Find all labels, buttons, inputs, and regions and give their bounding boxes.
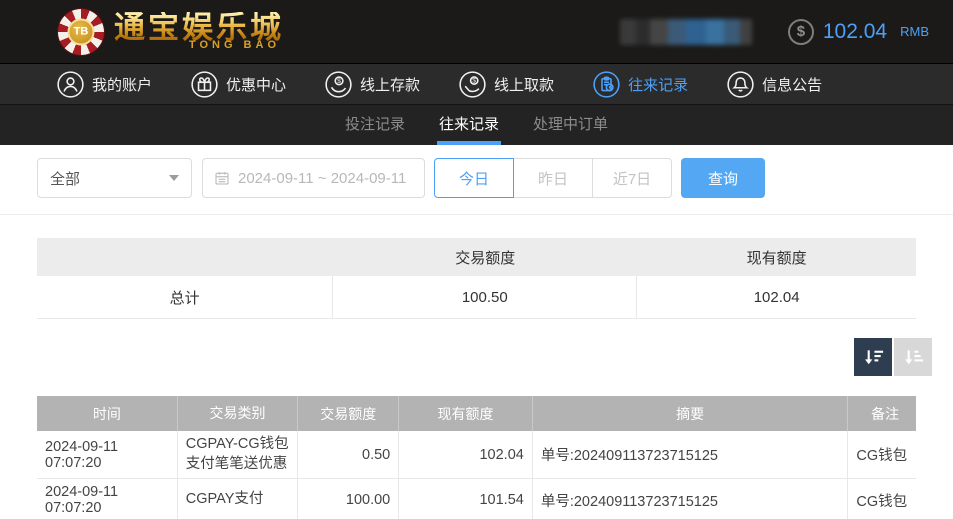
balance-amount: 102.04: [823, 20, 887, 44]
dollar-icon: $: [788, 19, 814, 45]
withdraw-icon: $: [459, 71, 486, 98]
gift-icon: [191, 71, 218, 98]
cell-summary: 单号:202409113723715125: [532, 431, 848, 478]
cell-time: 2024-09-11 07:07:20: [37, 479, 177, 519]
nav-label: 线上取款: [494, 74, 554, 95]
summary-total-amount: 100.50: [333, 276, 637, 318]
header-balance: 现有额度: [398, 396, 532, 431]
sort-descending-button[interactable]: [854, 338, 892, 376]
nav-label: 信息公告: [762, 74, 822, 95]
casino-chip-icon: TB: [58, 9, 104, 55]
svg-text:$: $: [472, 77, 476, 84]
transaction-records-page: TB 通宝娱乐城 TONG BAO $ 102.04 RMB 我的账: [0, 0, 953, 519]
today-button[interactable]: 今日: [434, 158, 514, 198]
sort-controls: [0, 338, 932, 376]
header-type: 交易类别: [177, 396, 297, 431]
cell-amount: 0.50: [297, 431, 398, 478]
table-row: 2024-09-11 07:07:20 CGPAY-CG钱包支付笔笔送优惠 0.…: [37, 431, 916, 479]
date-range-value: 2024-09-11 ~ 2024-09-11: [238, 170, 406, 187]
query-button[interactable]: 查询: [681, 158, 765, 198]
quick-date-group: 今日 昨日 近7日: [434, 158, 672, 198]
cell-type: CGPAY-CG钱包支付笔笔送优惠: [177, 431, 297, 478]
header-note: 备注: [847, 396, 916, 431]
nav-label: 往来记录: [628, 74, 688, 95]
username-masked: [620, 19, 752, 45]
tab-transaction-records[interactable]: 往来记录: [437, 105, 501, 145]
summary-col-balance: 现有额度: [637, 247, 916, 268]
cell-note: CG钱包: [847, 431, 916, 478]
cell-balance: 101.54: [398, 479, 532, 519]
cell-balance: 102.04: [398, 431, 532, 478]
records-header-row: 时间 交易类别 交易额度 现有额度 摘要 备注: [37, 396, 916, 431]
chevron-down-icon: [169, 175, 179, 181]
calendar-icon: [214, 170, 230, 186]
tab-pending-orders[interactable]: 处理中订单: [531, 105, 610, 145]
sort-asc-icon: [902, 346, 925, 369]
type-select[interactable]: 全部: [37, 158, 192, 198]
brand-title-en: TONG BAO: [114, 40, 284, 51]
tab-betting-records[interactable]: 投注记录: [343, 105, 407, 145]
nav-label: 我的账户: [92, 74, 152, 95]
header-time: 时间: [37, 396, 177, 431]
sort-desc-icon: [862, 346, 885, 369]
nav-label: 优惠中心: [226, 74, 286, 95]
nav-label: 线上存款: [360, 74, 420, 95]
user-icon: [57, 71, 84, 98]
cell-type: CGPAY支付: [177, 479, 297, 519]
nav-item-announcements[interactable]: 信息公告: [727, 71, 822, 98]
brand-logo[interactable]: TB 通宝娱乐城 TONG BAO: [58, 9, 284, 55]
yesterday-button[interactable]: 昨日: [513, 158, 593, 198]
nav-item-my-account[interactable]: 我的账户: [57, 71, 152, 98]
records-table: 时间 交易类别 交易额度 现有额度 摘要 备注 2024-09-11 07:07…: [37, 396, 916, 519]
sub-tab-bar: 投注记录 往来记录 处理中订单: [0, 105, 953, 145]
cell-amount: 100.00: [297, 479, 398, 519]
filter-bar: 全部 2024-09-11 ~ 2024-09-11 今日 昨日 近7日 查询: [37, 158, 916, 198]
cell-summary: 单号:202409113723715125: [532, 479, 848, 519]
summary-total-balance: 102.04: [637, 276, 916, 318]
summary-col-amount: 交易额度: [333, 247, 637, 268]
summary-table: 交易额度 现有额度 总计 100.50 102.04: [37, 238, 916, 319]
bell-icon: [727, 71, 754, 98]
summary-total-row: 总计 100.50 102.04: [37, 276, 916, 319]
cell-note: CG钱包: [847, 479, 916, 519]
summary-total-label: 总计: [37, 276, 333, 318]
nav-item-transactions[interactable]: 往来记录: [593, 71, 688, 98]
svg-text:$: $: [337, 78, 341, 85]
summary-header-row: 交易额度 现有额度: [37, 238, 916, 276]
section-divider: [0, 214, 953, 215]
nav-item-promotions[interactable]: 优惠中心: [191, 71, 286, 98]
header-summary: 摘要: [532, 396, 848, 431]
top-bar: TB 通宝娱乐城 TONG BAO $ 102.04 RMB: [0, 0, 953, 64]
balance-currency: RMB: [900, 24, 929, 39]
header-amount: 交易额度: [297, 396, 398, 431]
balance-display: $ 102.04 RMB: [788, 19, 929, 45]
chip-monogram: TB: [68, 18, 95, 45]
cell-time: 2024-09-11 07:07:20: [37, 431, 177, 478]
main-nav: 我的账户 优惠中心 $ 线上存款 $ 线上取款: [0, 64, 953, 105]
type-select-value: 全部: [50, 168, 80, 189]
nav-item-withdraw[interactable]: $ 线上取款: [459, 71, 554, 98]
date-range-input[interactable]: 2024-09-11 ~ 2024-09-11: [202, 158, 425, 198]
deposit-icon: $: [325, 71, 352, 98]
nav-item-deposit[interactable]: $ 线上存款: [325, 71, 420, 98]
records-icon: [593, 71, 620, 98]
sort-ascending-button[interactable]: [894, 338, 932, 376]
table-row: 2024-09-11 07:07:20 CGPAY支付 100.00 101.5…: [37, 479, 916, 519]
last7days-button[interactable]: 近7日: [592, 158, 672, 198]
